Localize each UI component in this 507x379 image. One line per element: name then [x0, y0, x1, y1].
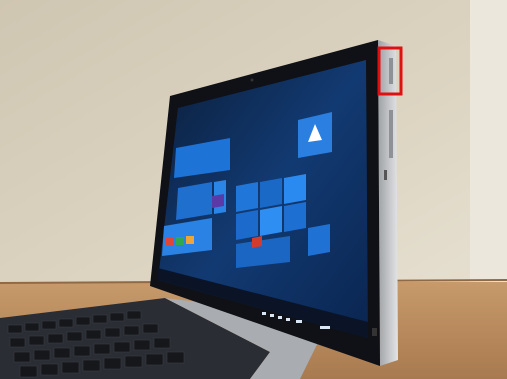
tile [176, 182, 212, 220]
tile-small [176, 237, 184, 245]
tile [308, 224, 330, 256]
tile-purple [212, 194, 224, 208]
front-camera [250, 78, 254, 82]
bottom-port [372, 328, 377, 336]
photo-illustration [0, 0, 507, 379]
photo-scene [0, 0, 507, 379]
tablet-side-edge [378, 40, 398, 366]
tile [260, 178, 282, 208]
tile-small [186, 236, 194, 244]
side-port [384, 170, 387, 180]
wall-edge [470, 0, 507, 300]
tile [236, 210, 258, 240]
tile-red [252, 236, 262, 248]
tile-small [166, 238, 174, 246]
volume-button [389, 110, 393, 158]
tile [284, 174, 306, 204]
tile [260, 206, 282, 236]
power-button [389, 58, 393, 84]
tile [284, 202, 306, 232]
tile [236, 182, 258, 212]
